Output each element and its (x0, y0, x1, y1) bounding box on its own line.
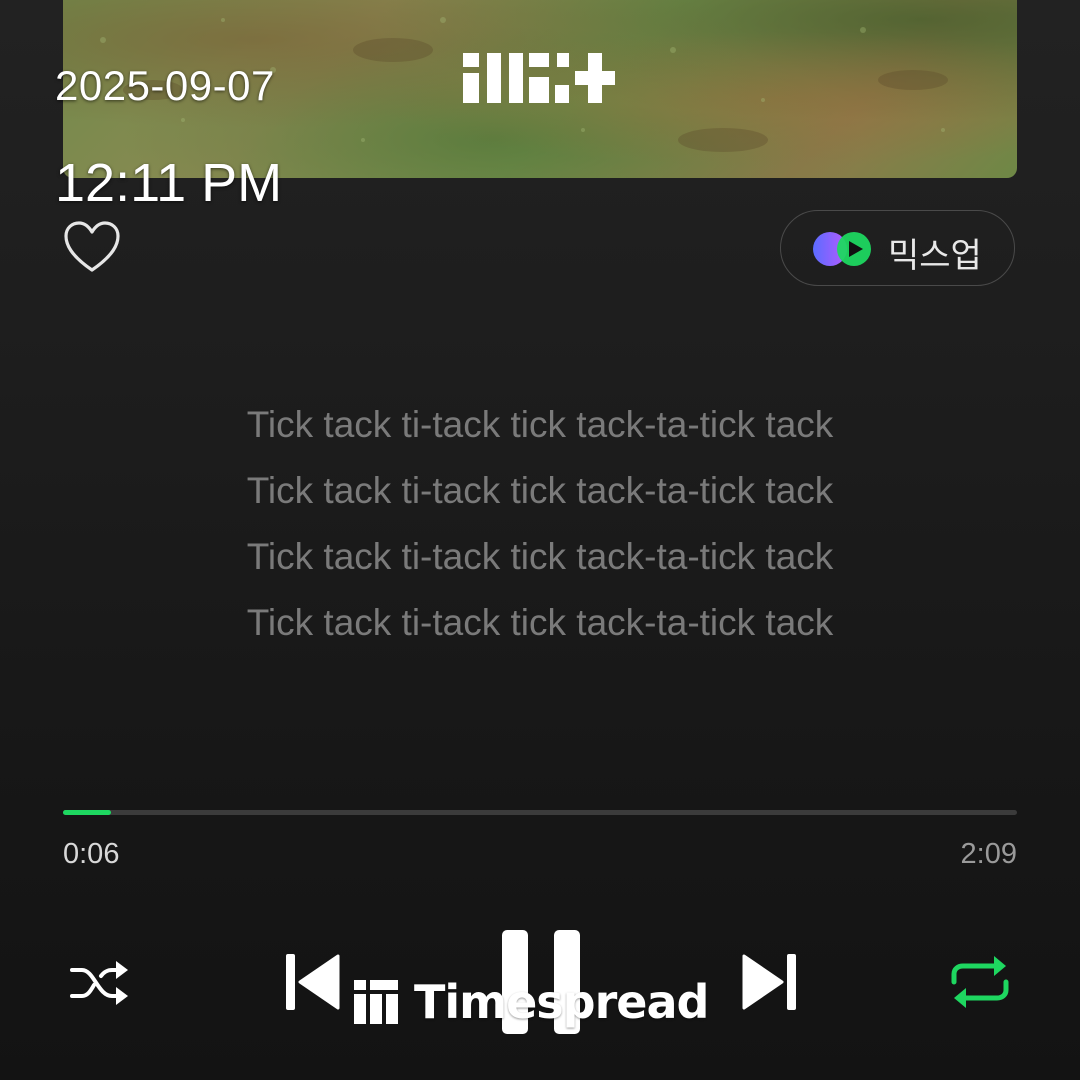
skip-previous-icon (286, 954, 340, 1010)
lyric-line: Tick tack ti-tack tick tack-ta-tick tack (246, 404, 834, 445)
watermark: Timespread (354, 972, 709, 1032)
seek-bar[interactable] (63, 810, 1017, 815)
watermark-text: Timespread (414, 975, 709, 1029)
elapsed-time: 0:06 (63, 838, 120, 870)
timespread-logo-icon (354, 980, 398, 1024)
like-button[interactable] (62, 220, 122, 276)
mixup-label: 믹스업 (888, 236, 982, 276)
seek-bar-progress (63, 810, 111, 815)
mixup-icon (813, 232, 871, 266)
repeat-button[interactable] (948, 952, 1012, 1012)
status-time: 12:11 PM (55, 153, 283, 213)
repeat-icon (951, 956, 1009, 1008)
status-date: 2025-09-07 (55, 62, 275, 109)
lyric-line: Tick tack ti-tack tick tack-ta-tick tack (246, 602, 834, 643)
lyrics-panel[interactable]: Tick tack ti-tack tick tack-ta-tick tack… (0, 392, 1080, 656)
heart-outline-icon (64, 221, 120, 272)
next-track-button[interactable] (742, 950, 798, 1014)
total-time: 2:09 (960, 838, 1017, 870)
previous-track-button[interactable] (284, 950, 340, 1014)
shuffle-button[interactable] (68, 958, 130, 1008)
mixup-button[interactable]: 믹스업 (780, 210, 1015, 286)
artist-logo-glyph (463, 53, 615, 103)
skip-next-icon (742, 954, 796, 1010)
lyric-line: Tick tack ti-tack tick tack-ta-tick tack (246, 536, 834, 577)
shuffle-icon (70, 961, 128, 1005)
lyric-line: Tick tack ti-tack tick tack-ta-tick tack (246, 470, 834, 511)
